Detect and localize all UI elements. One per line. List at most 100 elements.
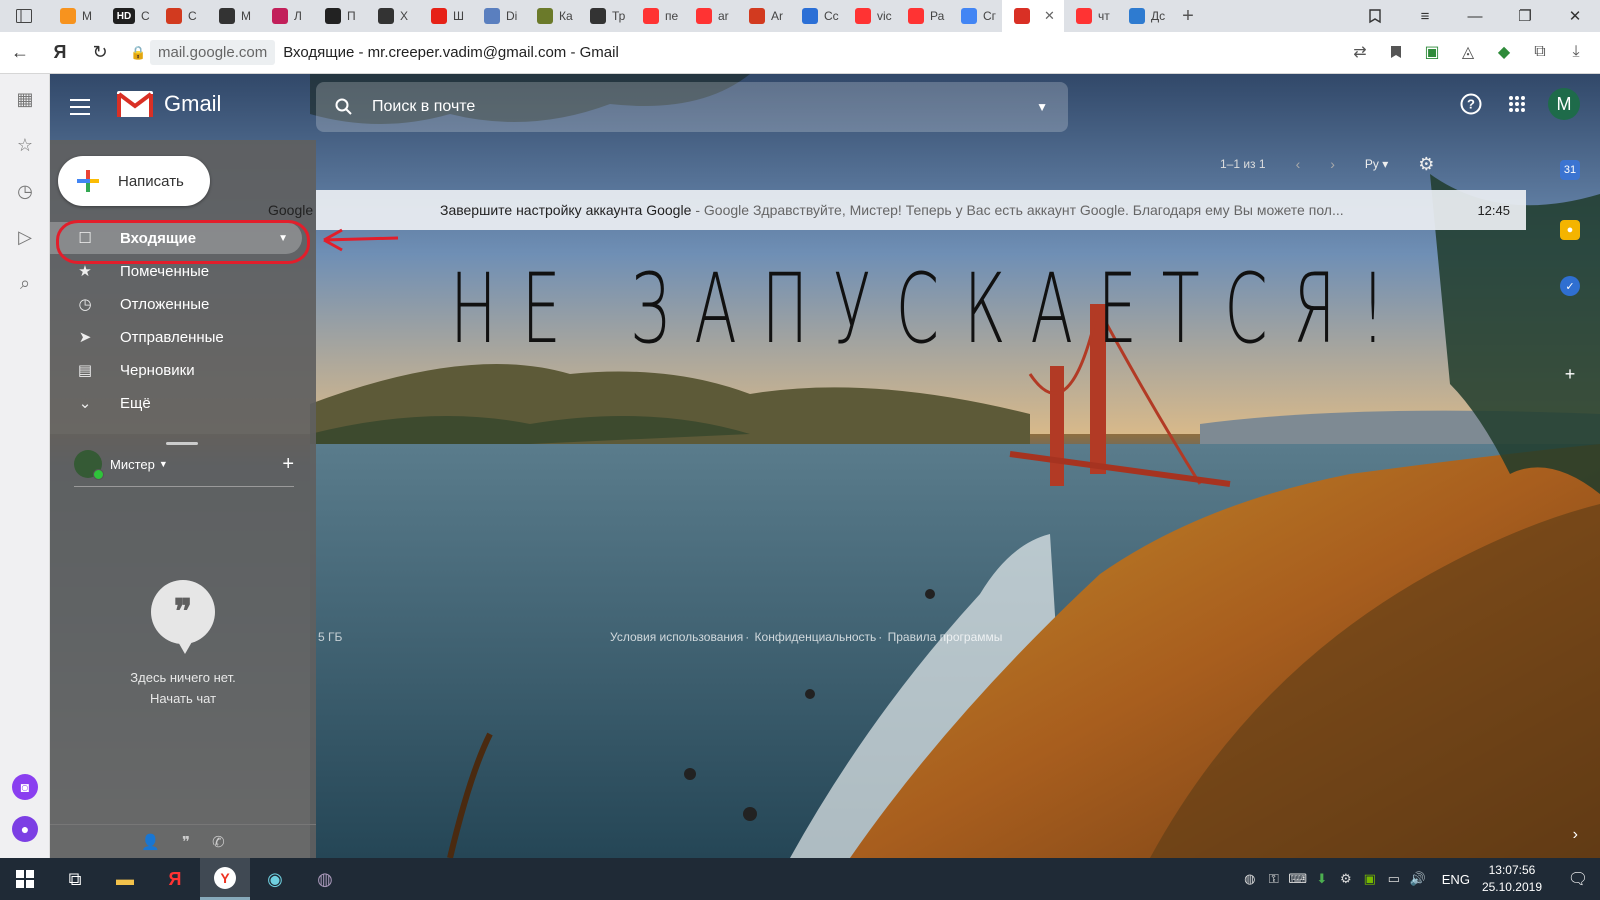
browser-tab[interactable]: Тр bbox=[578, 0, 631, 32]
nav-item-sent[interactable]: ➤ Отправленные bbox=[50, 321, 302, 353]
browser-tab[interactable]: vic bbox=[843, 0, 896, 32]
back-icon[interactable]: ← bbox=[0, 33, 40, 73]
download-icon[interactable]: ⤓ bbox=[1562, 36, 1590, 68]
play-icon[interactable]: ▷ bbox=[0, 214, 50, 260]
yandex-logo-icon[interactable]: Я bbox=[40, 33, 80, 73]
bookmarks-icon[interactable] bbox=[1350, 0, 1400, 32]
tab-title: Ка bbox=[559, 9, 573, 23]
browser-tab[interactable]: M bbox=[48, 0, 101, 32]
search-bar[interactable]: ▼ bbox=[316, 82, 1068, 132]
browser-tab[interactable]: П bbox=[313, 0, 366, 32]
nav-item-snoozed[interactable]: ◷ Отложенные bbox=[50, 288, 302, 320]
restore-icon[interactable]: ❐ bbox=[1500, 0, 1550, 32]
download-icon[interactable]: ⬇ bbox=[1310, 871, 1334, 887]
extension-icon[interactable]: ▣ bbox=[1418, 36, 1446, 68]
url-field[interactable]: 🔒 mail.google.com Входящие - mr.creeper.… bbox=[130, 38, 619, 68]
resize-handle[interactable] bbox=[166, 442, 198, 445]
chevron-right-icon[interactable]: › bbox=[1330, 156, 1335, 172]
keyboard-icon[interactable]: ⌨ bbox=[1286, 871, 1310, 887]
chat-icon[interactable]: ❞ bbox=[182, 833, 190, 851]
browser-tab[interactable]: Ка bbox=[525, 0, 578, 32]
search-icon[interactable] bbox=[316, 98, 372, 116]
alice-icon[interactable]: ● bbox=[12, 816, 38, 842]
compose-button[interactable]: Написать bbox=[58, 156, 210, 206]
browser-tab[interactable]: Х bbox=[366, 0, 419, 32]
gear-icon[interactable]: ⚙ bbox=[1418, 154, 1434, 175]
terms-link[interactable]: Условия использования bbox=[610, 630, 743, 644]
table-row[interactable]: Google Завершите настройку аккаунта Goog… bbox=[268, 190, 1526, 230]
language-indicator[interactable]: ENG bbox=[1442, 872, 1470, 887]
nav-item-drafts[interactable]: ▤ Черновики bbox=[50, 354, 302, 386]
help-icon[interactable]: ? bbox=[1456, 89, 1486, 119]
browser-tab[interactable]: HD C bbox=[101, 0, 154, 32]
app-icon[interactable]: ◉ bbox=[250, 858, 300, 900]
browser-tab[interactable]: Cc bbox=[790, 0, 843, 32]
browser-tab[interactable]: ar bbox=[684, 0, 737, 32]
network-icon[interactable]: ▭ bbox=[1382, 871, 1406, 887]
search-page-icon[interactable]: ⌕ bbox=[0, 260, 50, 306]
star-icon[interactable]: ☆ bbox=[0, 122, 50, 168]
start-chat-link[interactable]: Начать чат bbox=[50, 691, 316, 706]
windows-start-icon[interactable] bbox=[0, 858, 50, 900]
task-view-icon[interactable]: ⧉ bbox=[50, 858, 100, 900]
extension-icon[interactable]: ◬ bbox=[1454, 36, 1482, 68]
browser-tab[interactable]: Di bbox=[472, 0, 525, 32]
add-addon-icon[interactable]: + bbox=[1560, 364, 1580, 384]
nav-item-more[interactable]: ⌄ Ещё bbox=[50, 387, 302, 419]
lock-icon[interactable]: ⚿ bbox=[1262, 871, 1286, 887]
nvidia-icon[interactable]: ▣ bbox=[1358, 871, 1382, 887]
browser-tab[interactable]: пе bbox=[631, 0, 684, 32]
keep-icon[interactable]: ● bbox=[1560, 220, 1580, 240]
input-tools-button[interactable]: Ру ▾ bbox=[1365, 157, 1388, 171]
new-tab-button[interactable]: + bbox=[1170, 0, 1206, 32]
privacy-link[interactable]: Конфиденциальность bbox=[755, 630, 877, 644]
phone-icon[interactable]: ✆ bbox=[212, 833, 225, 851]
bookmark-icon[interactable] bbox=[1382, 36, 1410, 68]
chevron-right-icon[interactable]: › bbox=[1573, 826, 1578, 844]
apps-icon[interactable] bbox=[1502, 89, 1532, 119]
translate-icon[interactable]: ⇄ bbox=[1346, 36, 1374, 68]
hangouts-user[interactable]: Мистер ▼ + bbox=[74, 446, 294, 482]
program-policies-link[interactable]: Правила программы bbox=[888, 630, 1003, 644]
reload-icon[interactable]: ↻ bbox=[80, 33, 120, 73]
avatar[interactable]: M bbox=[1548, 88, 1580, 120]
calendar-icon[interactable]: 31 bbox=[1560, 160, 1580, 180]
history-icon[interactable]: ◷ bbox=[0, 168, 50, 214]
sidebar-toggle-icon[interactable] bbox=[0, 0, 48, 32]
main-menu-icon[interactable] bbox=[70, 92, 100, 122]
browser-tab[interactable]: Ш bbox=[419, 0, 472, 32]
clock[interactable]: 13:07:56 25.10.2019 bbox=[1482, 862, 1542, 896]
extension-icon[interactable]: ⧉ bbox=[1526, 36, 1554, 68]
browser-tab[interactable]: Дс bbox=[1117, 0, 1170, 32]
close-tab-icon[interactable]: ✕ bbox=[1044, 8, 1055, 24]
network-globe-icon[interactable]: ◍ bbox=[1238, 871, 1262, 887]
notification-icon[interactable]: 🗨 bbox=[1556, 869, 1600, 889]
tasks-icon[interactable]: ✓ bbox=[1560, 276, 1580, 296]
person-icon[interactable]: 👤 bbox=[141, 833, 160, 851]
volume-icon[interactable]: 🔊 bbox=[1406, 871, 1430, 887]
game-icon[interactable]: ◍ bbox=[300, 858, 350, 900]
file-explorer-icon[interactable]: ▬ bbox=[100, 858, 150, 900]
gmail-logo[interactable]: Gmail bbox=[116, 89, 221, 119]
menu-icon[interactable]: ≡ bbox=[1400, 0, 1450, 32]
yandex-icon[interactable]: Y bbox=[200, 858, 250, 900]
yandex-browser-icon[interactable]: Я bbox=[150, 858, 200, 900]
browser-tab[interactable]: ✕ bbox=[1002, 0, 1064, 32]
browser-tab[interactable]: C bbox=[154, 0, 207, 32]
browser-tab[interactable]: Л bbox=[260, 0, 313, 32]
browser-tab[interactable]: Ра bbox=[896, 0, 949, 32]
search-input[interactable] bbox=[372, 98, 992, 116]
close-window-icon[interactable]: ✕ bbox=[1550, 0, 1600, 32]
browser-tab[interactable]: M bbox=[207, 0, 260, 32]
add-chat-icon[interactable]: + bbox=[282, 453, 294, 476]
minimize-icon[interactable]: — bbox=[1450, 0, 1500, 32]
browser-tab[interactable]: Сг bbox=[949, 0, 1002, 32]
browser-tab[interactable]: чт bbox=[1064, 0, 1117, 32]
steam-icon[interactable]: ⚙ bbox=[1334, 871, 1358, 887]
extension-icon[interactable]: ◆ bbox=[1490, 36, 1518, 68]
search-options-icon[interactable]: ▼ bbox=[1036, 100, 1048, 114]
messenger-icon[interactable]: ◙ bbox=[12, 774, 38, 800]
chevron-left-icon[interactable]: ‹ bbox=[1296, 156, 1301, 172]
browser-tab[interactable]: Ar bbox=[737, 0, 790, 32]
apps-grid-icon[interactable]: ▦ bbox=[0, 76, 50, 122]
